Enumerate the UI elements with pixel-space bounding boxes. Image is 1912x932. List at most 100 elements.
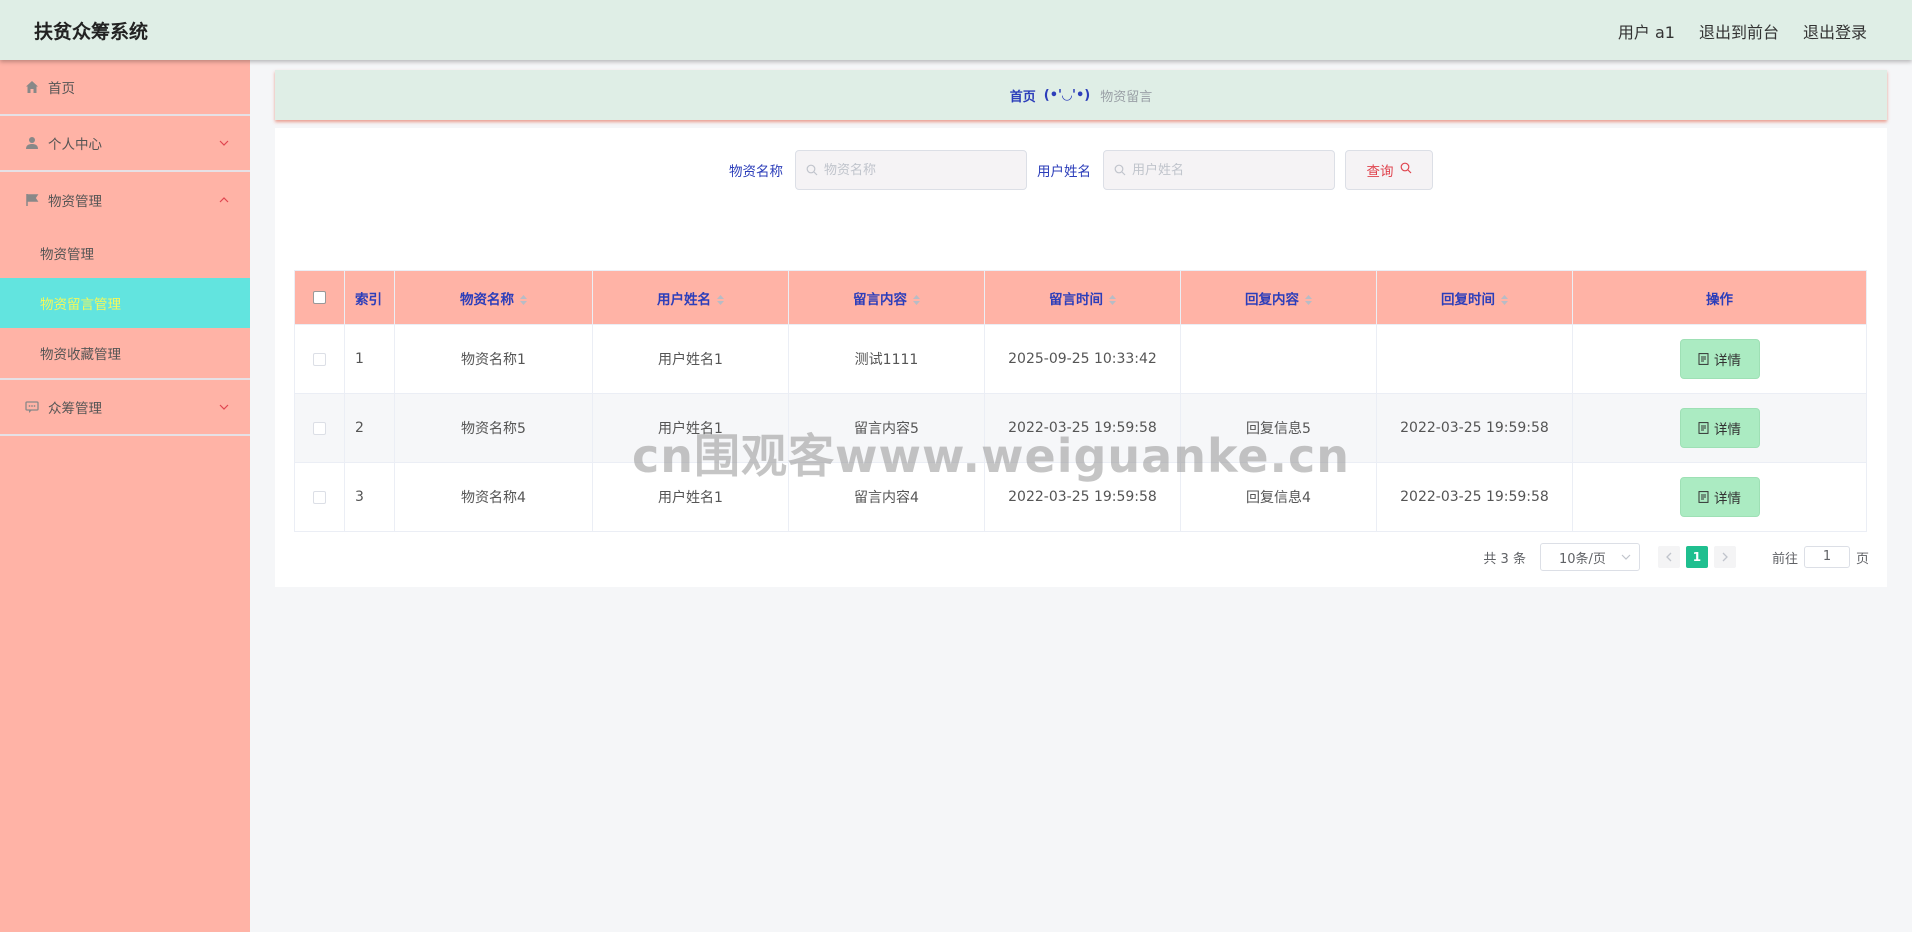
sort-icon[interactable] [717, 294, 724, 305]
detail-button[interactable]: 详情 [1679, 339, 1760, 379]
cell-reply: 回复信息4 [1180, 462, 1377, 532]
user-name-field[interactable] [1103, 150, 1335, 190]
page-number-current[interactable]: 1 [1685, 546, 1708, 568]
page-size-select[interactable]: 10条/页 [1539, 543, 1640, 571]
cell-material-name: 物资名称1 [394, 324, 593, 394]
row-checkbox[interactable] [313, 421, 326, 435]
detail-button-label: 详情 [1714, 353, 1741, 369]
row-checkbox[interactable] [313, 490, 326, 504]
top-header: 扶贫众筹系统 用户 a1 退出到前台 退出登录 [0, 0, 1912, 60]
user-name-label: 用户姓名 [1037, 164, 1091, 180]
column-header-sortable[interactable]: 物资名称 [394, 270, 593, 325]
main-panel: 物资名称 用户姓名 查询 [275, 128, 1887, 587]
page-suffix: 页 [1855, 551, 1869, 567]
material-name-label: 物资名称 [729, 164, 783, 180]
cell-message-time: 2022-03-25 19:59:58 [984, 393, 1181, 463]
cell-actions: 详情 [1572, 393, 1867, 463]
sidebar: 首页 个人中心 物资管理 物资管理 物资留言管理 物资收藏管理 众筹管理 [0, 60, 250, 932]
column-header-label: 回复内容 [1245, 291, 1299, 308]
document-icon [1698, 353, 1709, 365]
sidebar-item-personal-center[interactable]: 个人中心 [0, 116, 250, 172]
next-page-button[interactable] [1713, 546, 1736, 568]
material-name-input[interactable] [824, 162, 1004, 178]
row-select-cell[interactable] [294, 324, 345, 394]
cell-reply-time: 2022-03-25 19:59:58 [1376, 393, 1573, 463]
table-row: 1 物资名称1 用户姓名1 测试1111 2025-09-25 10:33:42… [294, 324, 1867, 394]
user-label[interactable]: 用户 a1 [1618, 19, 1675, 43]
cell-message: 留言内容5 [788, 393, 985, 463]
message-table: 索引 物资名称 用户姓名 留言内容 留言时间 回复内容 回复时间 操作 1 物资… [294, 270, 1867, 532]
breadcrumb-separator: (•'◡'•) [1043, 87, 1091, 103]
select-all-checkbox[interactable] [313, 291, 326, 304]
cell-user-name: 用户姓名1 [592, 462, 789, 532]
sidebar-subitem-material-favorite[interactable]: 物资收藏管理 [0, 328, 250, 378]
row-select-cell[interactable] [294, 393, 345, 463]
goto-label: 前往 [1771, 551, 1798, 567]
detail-button-label: 详情 [1714, 422, 1741, 438]
chevron-up-icon [219, 197, 229, 203]
detail-button[interactable]: 详情 [1679, 477, 1760, 517]
sort-icon[interactable] [1109, 294, 1116, 305]
sort-icon[interactable] [1305, 294, 1312, 305]
sidebar-item-crowdfunding[interactable]: 众筹管理 [0, 380, 250, 436]
header-links: 用户 a1 退出到前台 退出登录 [1618, 19, 1867, 43]
app-title: 扶贫众筹系统 [34, 21, 149, 43]
cell-reply [1180, 324, 1377, 394]
cell-material-name: 物资名称4 [394, 462, 593, 532]
chevron-down-icon [219, 404, 229, 410]
row-checkbox[interactable] [313, 352, 326, 366]
column-header-sortable[interactable]: 留言时间 [984, 270, 1181, 325]
material-submenu: 物资管理 物资留言管理 物资收藏管理 [0, 228, 250, 380]
search-icon [1400, 162, 1412, 178]
sidebar-item-label: 首页 [48, 81, 75, 97]
column-header-sortable[interactable]: 回复内容 [1180, 270, 1377, 325]
cell-user-name: 用户姓名1 [592, 324, 789, 394]
column-header-sortable[interactable]: 留言内容 [788, 270, 985, 325]
search-bar: 物资名称 用户姓名 查询 [275, 150, 1887, 190]
material-name-field[interactable] [795, 150, 1027, 190]
user-name-input[interactable] [1132, 162, 1312, 178]
sidebar-subitem-material-message[interactable]: 物资留言管理 [0, 278, 250, 328]
breadcrumb: 首页 (•'◡'•) 物资留言 [275, 70, 1887, 120]
logout-link[interactable]: 退出登录 [1803, 19, 1867, 43]
cell-message: 留言内容4 [788, 462, 985, 532]
table-row: 3 物资名称4 用户姓名1 留言内容4 2022-03-25 19:59:58 … [294, 462, 1867, 532]
sidebar-item-home[interactable]: 首页 [0, 60, 250, 116]
sort-icon[interactable] [520, 294, 527, 305]
chevron-right-icon [1722, 552, 1728, 562]
breadcrumb-home[interactable]: 首页 [1010, 86, 1036, 105]
cell-reply-time: 2022-03-25 19:59:58 [1376, 462, 1573, 532]
sidebar-item-label: 个人中心 [48, 137, 102, 153]
chat-icon [24, 399, 40, 415]
search-icon [806, 164, 818, 176]
pagination: 共 3 条 10条/页 1 前往 1 页 [1483, 543, 1869, 571]
sidebar-item-material-mgmt[interactable]: 物资管理 [0, 172, 250, 228]
exit-to-front-link[interactable]: 退出到前台 [1699, 19, 1779, 43]
cell-message-time: 2025-09-25 10:33:42 [984, 324, 1181, 394]
pagination-total: 共 3 条 [1483, 551, 1526, 567]
table-row: 2 物资名称5 用户姓名1 留言内容5 2022-03-25 19:59:58 … [294, 393, 1867, 463]
detail-button[interactable]: 详情 [1679, 408, 1760, 448]
column-header: 索引 [344, 270, 395, 325]
row-select-cell[interactable] [294, 462, 345, 532]
cell-reply: 回复信息5 [1180, 393, 1377, 463]
prev-page-button[interactable] [1657, 546, 1680, 568]
query-button-label: 查询 [1366, 164, 1394, 180]
sort-icon[interactable] [913, 294, 920, 305]
cell-index: 3 [344, 462, 395, 532]
column-header: 操作 [1572, 270, 1867, 325]
document-icon [1698, 422, 1709, 434]
breadcrumb-current: 物资留言 [1100, 89, 1153, 105]
column-header-sortable[interactable]: 回复时间 [1376, 270, 1573, 325]
sidebar-item-label: 众筹管理 [48, 401, 102, 417]
column-header-label: 留言时间 [1049, 291, 1103, 308]
sort-icon[interactable] [1501, 294, 1508, 305]
detail-button-label: 详情 [1714, 491, 1741, 507]
goto-page-input[interactable]: 1 [1803, 546, 1850, 568]
sidebar-subitem-material[interactable]: 物资管理 [0, 228, 250, 278]
select-all-cell[interactable] [294, 270, 345, 325]
cell-material-name: 物资名称5 [394, 393, 593, 463]
query-button[interactable]: 查询 [1345, 150, 1433, 190]
chevron-left-icon [1666, 552, 1672, 562]
column-header-sortable[interactable]: 用户姓名 [592, 270, 789, 325]
